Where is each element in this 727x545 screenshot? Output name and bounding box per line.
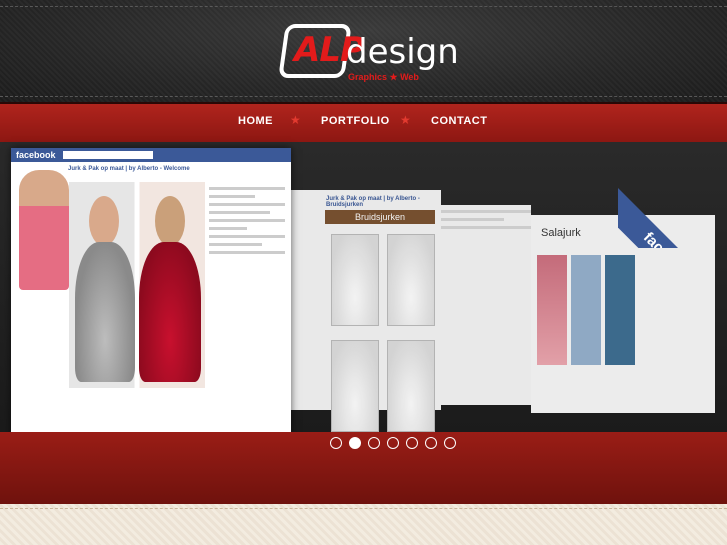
slide-2-title: Jurk & Pak op maat | by Alberto - Bruids… bbox=[326, 196, 420, 208]
slide-thumbnail-2[interactable]: Jurk & Pak op maat | by Alberto - Bruids… bbox=[291, 190, 441, 432]
nav-separator-star-icon: ★ bbox=[400, 113, 411, 127]
red-gown bbox=[139, 242, 201, 382]
slider-dot[interactable] bbox=[425, 437, 437, 449]
slider-dot[interactable] bbox=[349, 437, 361, 449]
profile-photo bbox=[19, 170, 69, 290]
slide-thumbnail-3[interactable] bbox=[441, 205, 531, 405]
site-logo[interactable]: ALP design Graphics ★ Web bbox=[278, 20, 459, 84]
wedding-dress-photo bbox=[331, 234, 379, 326]
nav-home[interactable]: HOME bbox=[238, 115, 273, 127]
dress-thumb bbox=[537, 255, 567, 365]
dress-thumb bbox=[571, 255, 601, 365]
bruidsjurken-banner: Bruidsjurken bbox=[325, 210, 435, 224]
logo-secondary-text: design bbox=[346, 32, 459, 72]
slider-footer-band bbox=[0, 432, 727, 504]
facebook-logo: facebook bbox=[16, 150, 56, 160]
wedding-dress-photo bbox=[331, 340, 379, 432]
slider-dot[interactable] bbox=[387, 437, 399, 449]
nav-contact[interactable]: CONTACT bbox=[431, 115, 487, 127]
wedding-dress-photo bbox=[387, 234, 435, 326]
slider-dot[interactable] bbox=[444, 437, 456, 449]
slide-main[interactable]: facebook Jurk & Pak op maat | by Alberto… bbox=[11, 148, 291, 438]
facebook-sidebar bbox=[209, 182, 285, 402]
wedding-dress-photo bbox=[387, 340, 435, 432]
page-bottom bbox=[0, 504, 727, 545]
facebook-topbar: facebook bbox=[11, 148, 291, 162]
featured-dress-photo bbox=[69, 182, 205, 388]
logo-tagline: Graphics ★ Web bbox=[348, 72, 419, 82]
slide-main-title: Jurk & Pak op maat | by Alberto - Welcom… bbox=[68, 166, 190, 172]
nav-separator-star-icon: ★ bbox=[290, 113, 301, 127]
header-stitch-bottom bbox=[0, 96, 727, 97]
slider-dot[interactable] bbox=[368, 437, 380, 449]
slide-4-banner: Salajurk bbox=[541, 227, 581, 239]
site-header: ALP design Graphics ★ Web bbox=[0, 0, 727, 102]
nav-portfolio[interactable]: PORTFOLIO bbox=[321, 115, 390, 127]
dress-thumb bbox=[605, 255, 635, 365]
header-stitch-top bbox=[0, 6, 727, 7]
facebook-search-box bbox=[63, 151, 153, 159]
silver-gown bbox=[75, 242, 135, 382]
slider-dot[interactable] bbox=[330, 437, 342, 449]
facebook-ribbon-text: facebook bbox=[618, 178, 727, 248]
facebook-corner-ribbon: facebook bbox=[618, 138, 727, 248]
slider-dot[interactable] bbox=[406, 437, 418, 449]
